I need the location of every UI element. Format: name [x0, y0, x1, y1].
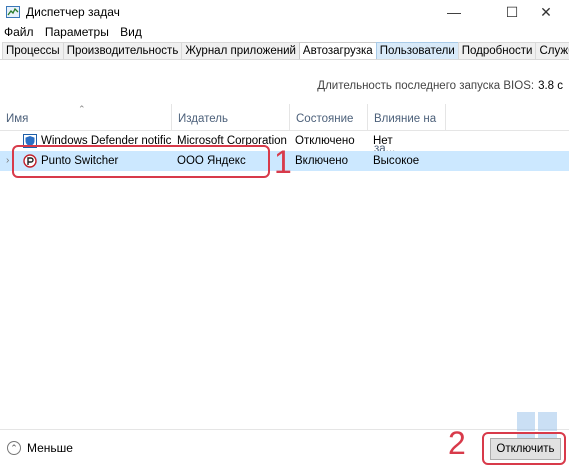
minimize-button[interactable]: — [431, 0, 477, 24]
column-header-publisher[interactable]: Издатель [172, 104, 290, 130]
menu-bar: Файл Параметры Вид [0, 25, 146, 41]
menu-file[interactable]: Файл [4, 25, 34, 39]
task-manager-icon [6, 6, 20, 18]
annotation-highlight-row [12, 145, 270, 178]
tab-app-history[interactable]: Журнал приложений [181, 42, 300, 59]
close-button[interactable]: ✕ [523, 0, 569, 24]
tab-services[interactable]: Службы [535, 42, 569, 59]
menu-options[interactable]: Параметры [45, 25, 109, 39]
column-header-status[interactable]: Состояние [290, 104, 368, 130]
fewer-details-label: Меньше [27, 441, 73, 455]
bios-time: Длительность последнего запуска BIOS: 3.8… [317, 80, 563, 92]
annotation-number-1: 1 [274, 144, 292, 180]
tab-strip: Процессы Производительность Журнал прило… [2, 42, 569, 60]
bios-time-label: Длительность последнего запуска BIOS: [317, 80, 535, 92]
row-status: Включено [295, 155, 349, 167]
tab-startup[interactable]: Автозагрузка [298, 42, 377, 60]
tab-performance[interactable]: Производительность [62, 42, 183, 59]
bios-time-value: 3.8 с [538, 80, 563, 92]
column-header-name[interactable]: Имя [0, 104, 172, 130]
window-title: Диспетчер задач [26, 5, 120, 19]
tab-details[interactable]: Подробности [457, 42, 537, 59]
tab-processes[interactable]: Процессы [2, 42, 64, 59]
tab-users[interactable]: Пользователи [375, 42, 459, 59]
annotation-highlight-button [482, 432, 566, 465]
row-impact: Нет [373, 135, 393, 147]
column-header-impact[interactable]: Влияние на за... [368, 104, 446, 155]
row-impact: Высокое [373, 155, 420, 167]
expand-arrow-icon[interactable]: › [6, 151, 9, 171]
tab-panel-border [0, 59, 569, 60]
fewer-details-button[interactable]: ⌃ Меньше [7, 441, 73, 455]
row-status: Отключено [295, 135, 355, 147]
chevron-up-icon: ⌃ [7, 441, 21, 455]
menu-view[interactable]: Вид [120, 25, 142, 39]
table-header: Имя Издатель Состояние Влияние на за... [0, 104, 569, 155]
annotation-number-2: 2 [448, 425, 466, 461]
